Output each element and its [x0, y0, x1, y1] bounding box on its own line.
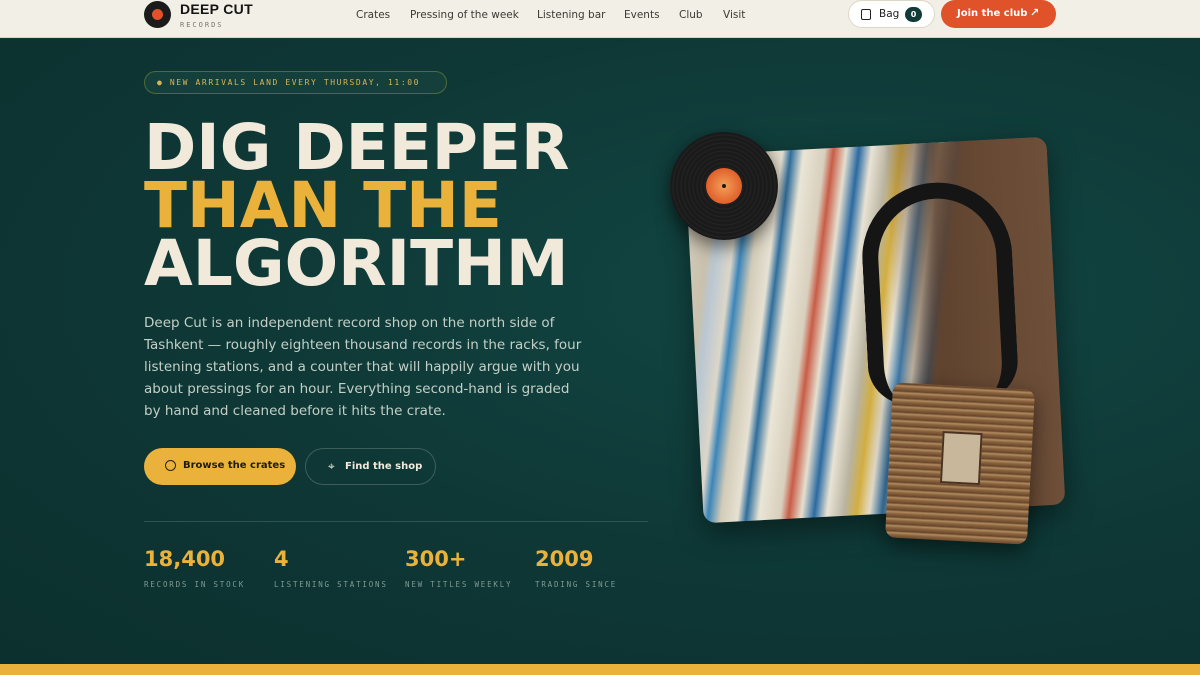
crate-inset-photo: [885, 382, 1035, 545]
join-club-label: Join the club: [957, 8, 1028, 19]
map-pin-icon: ⌖: [328, 459, 335, 473]
top-nav: DEEP CUT RECORDS Crates Pressing of the …: [0, 0, 1200, 38]
nav-link-pressing-of-the-week[interactable]: Pressing of the week: [410, 9, 519, 21]
bag-label: Bag: [879, 8, 900, 20]
nav-link-club[interactable]: Club: [679, 9, 703, 21]
join-club-button[interactable]: Join the club ↗: [941, 0, 1056, 28]
stat-value-records: 18,400: [144, 547, 226, 571]
browse-crates-button[interactable]: Browse the crates: [144, 448, 296, 485]
logo-record-icon[interactable]: [144, 1, 171, 28]
nav-link-events[interactable]: Events: [624, 9, 660, 21]
hero-intro-text: Deep Cut is an independent record shop o…: [144, 315, 582, 419]
brand-subtitle: RECORDS: [180, 21, 224, 29]
stat-value-stations: 4: [274, 547, 289, 571]
vinyl-label: [706, 168, 742, 204]
stat-value-weekly: 300+: [405, 547, 467, 571]
nav-link-crates[interactable]: Crates: [356, 9, 390, 21]
crate-photo-card: [939, 431, 983, 486]
bag-button[interactable]: Bag 0: [848, 0, 935, 28]
brand-name[interactable]: DEEP CUT: [180, 1, 253, 17]
bag-icon: [861, 9, 871, 20]
record-icon: [165, 460, 176, 471]
bag-count-badge: 0: [905, 7, 922, 22]
new-arrivals-badge: ● NEW ARRIVALS LAND EVERY THURSDAY, 11:0…: [144, 71, 447, 94]
new-arrivals-text: ● NEW ARRIVALS LAND EVERY THURSDAY, 11:0…: [157, 78, 421, 87]
vinyl-record-icon: [670, 132, 778, 240]
headline-line-3: ALGORITHM: [144, 227, 569, 300]
find-shop-label: Find the shop: [345, 461, 423, 472]
stat-label-since: TRADING SINCE: [535, 580, 618, 589]
headphones-shape: [858, 178, 1020, 407]
stat-value-since: 2009: [535, 547, 594, 571]
stat-label-weekly: NEW TITLES WEEKLY: [405, 580, 513, 589]
stat-label-records: RECORDS IN STOCK: [144, 580, 246, 589]
browse-crates-label: Browse the crates: [183, 460, 286, 471]
nav-link-visit[interactable]: Visit: [723, 9, 745, 21]
arrow-up-right-icon: ↗: [1030, 6, 1040, 19]
stat-label-stations: LISTENING STATIONS: [274, 580, 388, 589]
nav-link-listening-bar[interactable]: Listening bar: [537, 9, 605, 21]
bottom-accent-bar: [0, 664, 1200, 675]
find-shop-button[interactable]: ⌖ Find the shop: [305, 448, 436, 485]
stats-divider: [144, 521, 648, 522]
